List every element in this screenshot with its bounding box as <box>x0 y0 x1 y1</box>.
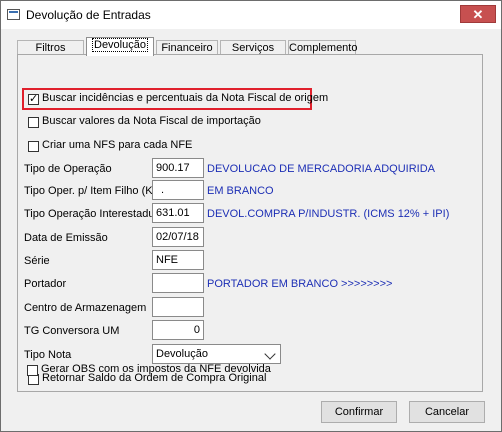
checkbox-label: Buscar valores da Nota Fiscal de importa… <box>42 115 261 127</box>
serie-input[interactable]: NFE <box>152 250 204 270</box>
checkbox-criar-nfs[interactable] <box>28 141 39 152</box>
tipo-nota-select[interactable]: Devolução <box>152 344 281 364</box>
window-title: Devolução de Entradas <box>26 8 151 22</box>
centro-armazenagem-label: Centro de Armazenagem <box>24 302 147 314</box>
data-emissao-input[interactable]: 02/07/18 <box>152 227 204 247</box>
tipo-operacao-label: Tipo de Operação <box>24 163 112 175</box>
chevron-down-icon[interactable] <box>264 348 276 360</box>
portador-label: Portador <box>24 278 67 290</box>
checkbox-label: Gerar OBS com os impostos da NFE devolvi… <box>41 363 271 375</box>
data-emissao-label: Data de Emissão <box>24 232 108 244</box>
dialog-client-area: Filtros Devolução Financeiro Serviços Co… <box>1 29 501 431</box>
serie-label: Série <box>24 255 50 267</box>
tipo-operacao-input[interactable]: 900.17 <box>152 158 204 178</box>
tab-devolucao[interactable]: Devolução <box>86 37 154 56</box>
checkbox-label: Buscar incidências e percentuais da Nota… <box>42 92 329 104</box>
tab-financeiro[interactable]: Financeiro <box>156 40 218 55</box>
tab-complemento[interactable]: Complemento <box>288 40 357 55</box>
tipo-oper-item-label: Tipo Oper. p/ Item Filho (Kit) <box>24 185 162 197</box>
tab-filtros[interactable]: Filtros <box>17 40 84 55</box>
cancel-button[interactable]: Cancelar <box>409 401 485 423</box>
confirm-button[interactable]: Confirmar <box>321 401 397 423</box>
checkbox-buscar-valores[interactable] <box>28 117 39 128</box>
tipo-nota-label: Tipo Nota <box>24 349 72 361</box>
close-icon: ✕ <box>472 7 484 22</box>
portador-description: PORTADOR EM BRANCO >>>>>>>> <box>207 278 393 290</box>
tg-conversora-label: TG Conversora UM <box>24 325 120 337</box>
checkbox-gerar-obs[interactable] <box>27 365 38 376</box>
tipo-op-interestadual-description: DEVOL.COMPRA P/INDUSTR. (ICMS 12% + IPI) <box>207 208 450 220</box>
tipo-oper-item-input[interactable]: . <box>152 180 204 200</box>
title-bar[interactable]: Devolução de Entradas ✕ <box>1 1 501 29</box>
portador-input[interactable] <box>152 273 204 293</box>
tg-conversora-input[interactable]: 0 <box>152 320 204 340</box>
tab-servicos[interactable]: Serviços <box>220 40 286 55</box>
tipo-operacao-description: DEVOLUCAO DE MERCADORIA ADQUIRIDA <box>207 163 435 175</box>
app-window-icon <box>7 9 20 20</box>
centro-armazenagem-input[interactable] <box>152 297 204 317</box>
close-button[interactable]: ✕ <box>460 5 496 23</box>
tipo-op-interestadual-input[interactable]: 631.01 <box>152 203 204 223</box>
checkbox-label: Criar uma NFS para cada NFE <box>42 139 193 151</box>
dialog-window: Devolução de Entradas ✕ Filtros Devoluçã… <box>0 0 502 432</box>
checkbox-buscar-incidencias[interactable] <box>28 92 39 106</box>
devolucao-panel: Buscar incidências e percentuais da Nota… <box>17 54 483 392</box>
tipo-oper-item-description: EM BRANCO <box>207 185 274 197</box>
tipo-op-interestadual-label: Tipo Operação Interestadual <box>24 208 164 220</box>
tipo-nota-selected-value: Devolução <box>156 348 208 360</box>
